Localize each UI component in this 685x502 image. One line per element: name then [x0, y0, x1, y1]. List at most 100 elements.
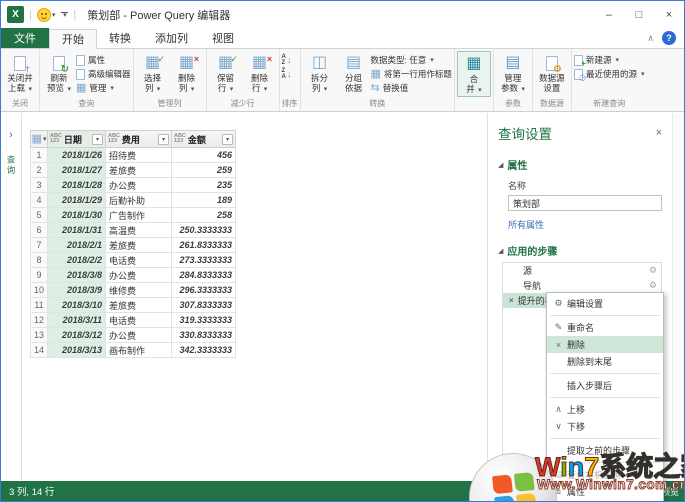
cell-amount[interactable]: 258	[172, 208, 236, 223]
queries-pane-label[interactable]: 查询	[5, 155, 17, 176]
menu-item[interactable]: 提取之前的步骤	[547, 442, 663, 459]
menu-item[interactable]: 删除到末尾	[547, 353, 663, 370]
panel-scrollbar[interactable]	[672, 113, 684, 481]
cell-amount[interactable]: 250.3333333	[172, 223, 236, 238]
help-icon[interactable]: ?	[662, 31, 676, 45]
choose-columns-button[interactable]: ▦✓ 选择 列 ▾	[136, 51, 170, 95]
refresh-preview-button[interactable]: ↻ 刷新 预览 ▾	[42, 51, 76, 95]
row-number[interactable]: 6	[30, 223, 48, 238]
row-number[interactable]: 11	[30, 298, 48, 313]
cell-date[interactable]: 2018/3/10	[48, 298, 106, 313]
data-source-settings-button[interactable]: ⚙ 数据源 设置	[535, 51, 569, 93]
merge-button[interactable]: ▦ 合 并 ▾	[457, 51, 491, 97]
applied-step[interactable]: 源⚙	[503, 263, 661, 278]
tab-file[interactable]: 文件	[1, 28, 49, 48]
row-number[interactable]: 2	[30, 163, 48, 178]
collapse-ribbon-icon[interactable]: ∧	[647, 33, 654, 44]
group-by-button[interactable]: ▤ 分组 依据	[337, 51, 371, 93]
cell-amount[interactable]: 235	[172, 178, 236, 193]
cell-amount[interactable]: 319.3333333	[172, 313, 236, 328]
cell-amount[interactable]: 456	[172, 148, 236, 163]
row-number[interactable]: 10	[30, 283, 48, 298]
step-settings-gear-icon[interactable]: ⚙	[649, 280, 657, 291]
manage-button[interactable]: ▦管理▾	[76, 81, 131, 95]
menu-item[interactable]: 插入步骤后	[547, 377, 663, 394]
properties-section-header[interactable]: ◢ 属性	[498, 157, 662, 172]
close-and-load-button[interactable]: ↑ 关闭并 上载 ▾	[3, 51, 37, 95]
menu-item[interactable]: ⚙编辑设置	[547, 295, 663, 312]
column-header-date[interactable]: ABC123 日期 ▾	[48, 130, 106, 148]
cell-expense[interactable]: 办公费	[106, 268, 172, 283]
cell-date[interactable]: 2018/1/30	[48, 208, 106, 223]
menu-item[interactable]: ≡属性	[547, 483, 663, 500]
row-number[interactable]: 3	[30, 178, 48, 193]
customize-qat-icon[interactable]: ▾	[61, 12, 68, 18]
cell-amount[interactable]: 259	[172, 163, 236, 178]
column-header-amount[interactable]: ABC123 金额 ▾	[172, 130, 236, 148]
row-number[interactable]: 5	[30, 208, 48, 223]
remove-columns-button[interactable]: ▦× 删除 列 ▾	[170, 51, 204, 95]
close-button[interactable]: ×	[654, 1, 684, 28]
expand-queries-icon[interactable]: ›	[9, 129, 13, 141]
menu-item[interactable]: ×删除	[547, 336, 663, 353]
chevron-down-icon[interactable]: ▾	[52, 11, 56, 19]
manage-parameters-button[interactable]: ▤ 管理 参数 ▾	[496, 51, 530, 95]
row-number[interactable]: 12	[30, 313, 48, 328]
query-name-input[interactable]	[508, 195, 662, 211]
row-number[interactable]: 9	[30, 268, 48, 283]
cell-date[interactable]: 2018/3/11	[48, 313, 106, 328]
menu-item[interactable]: ∨下移	[547, 418, 663, 435]
cell-date[interactable]: 2018/2/2	[48, 253, 106, 268]
cell-expense[interactable]: 办公费	[106, 178, 172, 193]
table-corner-button[interactable]: ▦▾	[30, 130, 48, 148]
cell-amount[interactable]: 342.3333333	[172, 343, 236, 358]
column-header-expense[interactable]: ABC123 费用 ▾	[106, 130, 172, 148]
new-source-button[interactable]: +新建源▾	[574, 53, 645, 67]
remove-rows-button[interactable]: ▦× 删除 行 ▾	[243, 51, 277, 95]
keep-rows-button[interactable]: ▦✓ 保留 行 ▾	[209, 51, 243, 95]
sort-ascending-button[interactable]: AZ ↓	[282, 53, 292, 67]
cell-expense[interactable]: 广告制作	[106, 208, 172, 223]
panel-close-icon[interactable]: ×	[656, 127, 662, 139]
row-number[interactable]: 14	[30, 343, 48, 358]
cell-amount[interactable]: 273.3333333	[172, 253, 236, 268]
row-number[interactable]: 13	[30, 328, 48, 343]
cell-date[interactable]: 2018/2/1	[48, 238, 106, 253]
sort-descending-button[interactable]: ZA ↓	[282, 67, 292, 81]
replace-values-button[interactable]: ⇆替换值	[371, 81, 452, 95]
cell-expense[interactable]: 招待费	[106, 148, 172, 163]
menu-item[interactable]: ✎重命名	[547, 319, 663, 336]
cell-amount[interactable]: 284.8333333	[172, 268, 236, 283]
row-number[interactable]: 4	[30, 193, 48, 208]
tab-home[interactable]: 开始	[49, 29, 97, 49]
cell-date[interactable]: 2018/3/9	[48, 283, 106, 298]
applied-step[interactable]: 导航⚙	[503, 278, 661, 293]
cell-date[interactable]: 2018/3/13	[48, 343, 106, 358]
properties-button[interactable]: 属性	[76, 53, 131, 67]
cell-date[interactable]: 2018/1/31	[48, 223, 106, 238]
smiley-feedback-icon[interactable]	[37, 8, 51, 22]
advanced-editor-button[interactable]: 高级编辑器	[76, 67, 131, 81]
cell-expense[interactable]: 后勤补助	[106, 193, 172, 208]
cell-date[interactable]: 2018/1/29	[48, 193, 106, 208]
cell-date[interactable]: 2018/3/12	[48, 328, 106, 343]
cell-date[interactable]: 2018/1/28	[48, 178, 106, 193]
cell-amount[interactable]: 307.8333333	[172, 298, 236, 313]
cell-expense[interactable]: 办公费	[106, 328, 172, 343]
cell-expense[interactable]: 电话费	[106, 253, 172, 268]
cell-expense[interactable]: 差旅费	[106, 163, 172, 178]
cell-expense[interactable]: 电话费	[106, 313, 172, 328]
step-settings-gear-icon[interactable]: ⚙	[649, 265, 657, 276]
filter-icon[interactable]: ▾	[158, 134, 169, 145]
tab-add-column[interactable]: 添加列	[143, 28, 200, 48]
cell-expense[interactable]: 画布制作	[106, 343, 172, 358]
cell-date[interactable]: 2018/1/27	[48, 163, 106, 178]
cell-amount[interactable]: 261.8333333	[172, 238, 236, 253]
row-number[interactable]: 8	[30, 253, 48, 268]
cell-date[interactable]: 2018/1/26	[48, 148, 106, 163]
row-number[interactable]: 7	[30, 238, 48, 253]
cell-expense[interactable]: 差旅费	[106, 238, 172, 253]
menu-item[interactable]: ∧上移	[547, 401, 663, 418]
minimize-button[interactable]: –	[594, 1, 624, 28]
cell-expense[interactable]: 维修费	[106, 283, 172, 298]
